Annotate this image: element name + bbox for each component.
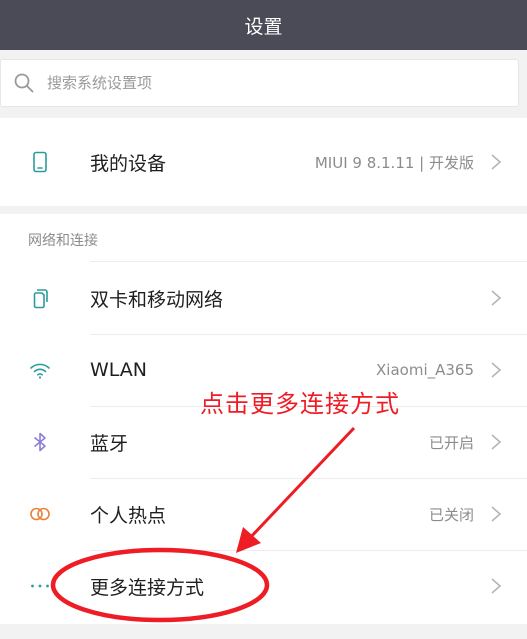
- annotation-text: 点击更多连接方式: [200, 390, 400, 418]
- search-area: [0, 50, 527, 118]
- bluetooth-label: 蓝牙: [90, 432, 129, 455]
- more-connections-label: 更多连接方式: [90, 576, 205, 599]
- title-bar: 设置: [0, 0, 527, 50]
- sidebar-item-more-connections[interactable]: 更多连接方式: [0, 550, 527, 622]
- hotspot-label: 个人热点: [90, 504, 167, 527]
- chevron-right-icon: [491, 434, 502, 450]
- hotspot-icon: [28, 502, 52, 526]
- wlan-ssid: Xiaomi_A365: [376, 361, 474, 379]
- page-title: 设置: [244, 15, 283, 38]
- my-device-version: MIUI 9 8.1.11 | 开发版: [314, 153, 474, 172]
- search-bar[interactable]: [0, 59, 519, 107]
- wlan-label: WLAN: [90, 359, 148, 381]
- chevron-right-icon: [491, 506, 502, 522]
- sidebar-item-dual-sim[interactable]: 双卡和移动网络: [0, 262, 527, 334]
- hotspot-status: 已关闭: [428, 505, 474, 524]
- more-dots-icon: [28, 574, 52, 598]
- bluetooth-status: 已开启: [428, 433, 474, 452]
- dual-sim-label: 双卡和移动网络: [90, 288, 224, 311]
- search-icon: [14, 73, 34, 93]
- search-input[interactable]: [47, 74, 447, 92]
- wifi-icon: [28, 358, 52, 382]
- sidebar-item-hotspot[interactable]: 个人热点 已关闭: [0, 478, 527, 550]
- phone-icon: [28, 150, 52, 174]
- sim-cards-icon: [28, 286, 52, 310]
- chevron-right-icon: [491, 290, 502, 306]
- my-device-card: 我的设备 MIUI 9 8.1.11 | 开发版: [0, 118, 527, 206]
- bluetooth-icon: [28, 430, 52, 454]
- section-title-network: 网络和连接: [28, 233, 98, 249]
- chevron-right-icon: [491, 362, 502, 378]
- my-device-label: 我的设备: [90, 152, 167, 175]
- network-section: 网络和连接 双卡和移动网络 WLAN Xiaomi_A365 蓝牙 已开启 个人…: [0, 214, 527, 624]
- my-device-row[interactable]: 我的设备 MIUI 9 8.1.11 | 开发版: [0, 126, 527, 198]
- chevron-right-icon: [491, 578, 502, 594]
- chevron-right-icon: [491, 154, 502, 170]
